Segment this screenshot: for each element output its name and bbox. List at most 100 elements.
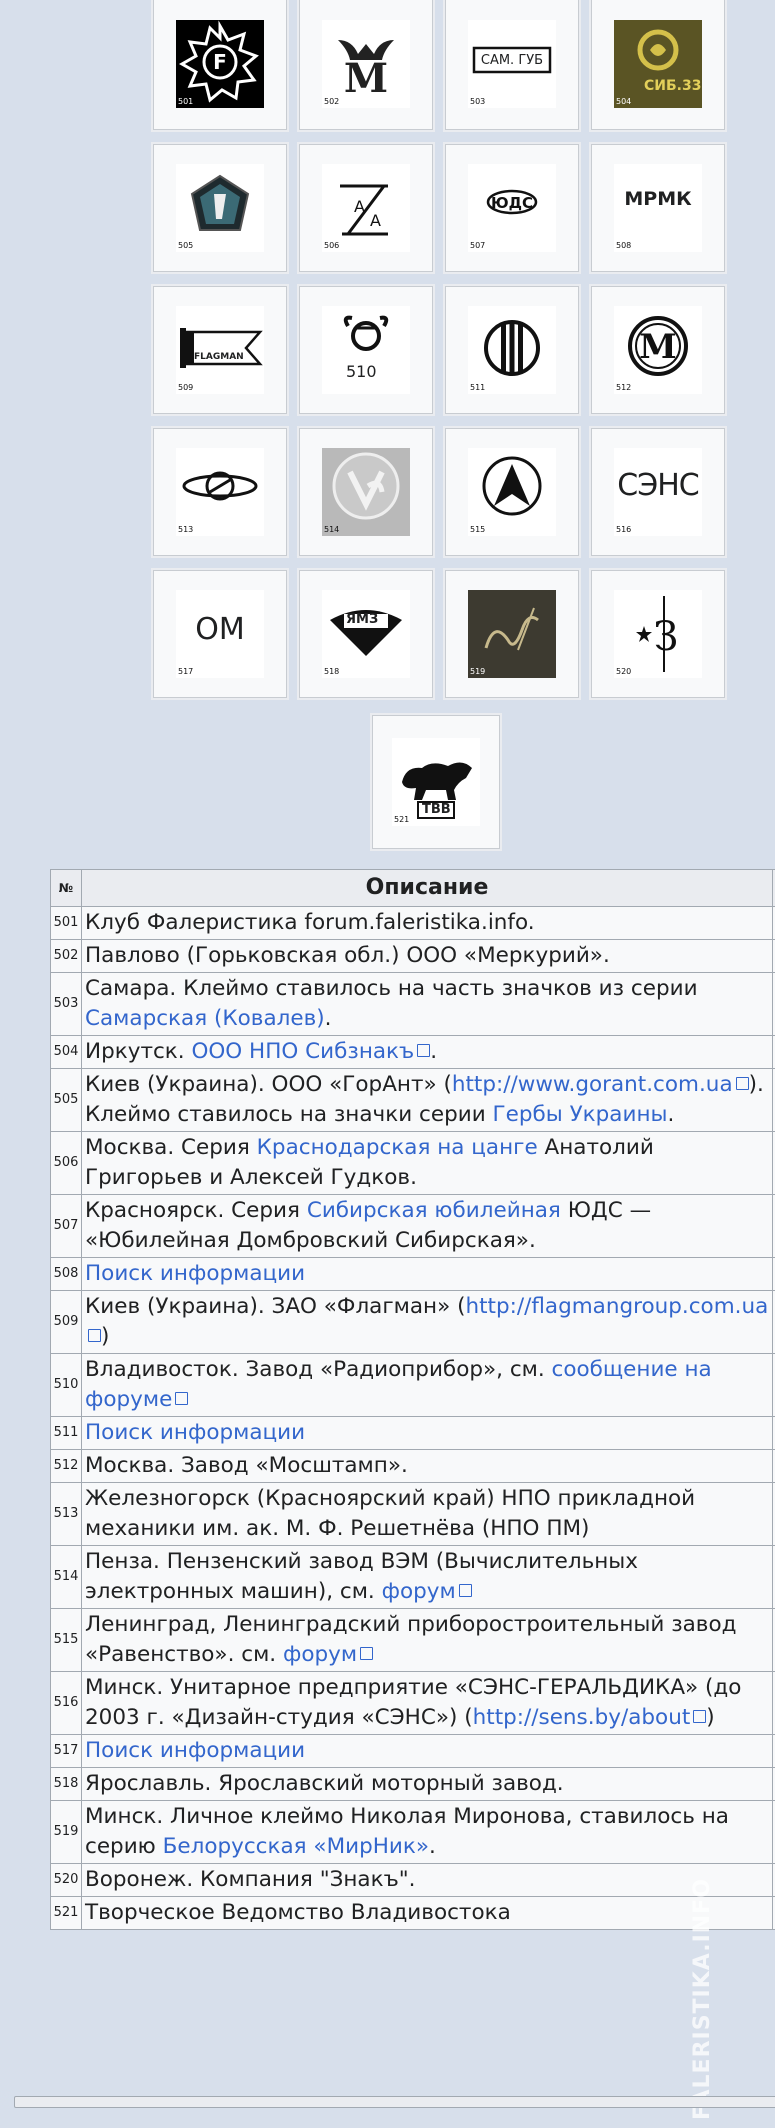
star-f-badge-icon: F — [176, 20, 264, 108]
mark-image-516[interactable]: СЭНС 516 — [614, 448, 702, 536]
external-link[interactable]: ООО НПО Сибзнакъ — [191, 1039, 430, 1064]
circle-triangle-icon — [482, 456, 542, 516]
mark-number: 521 — [394, 815, 410, 824]
table-row: 513 Железногорск (Красноярский край) НПО… — [50, 1482, 775, 1546]
mark-text: ЯМЗ — [346, 612, 379, 627]
column-header-description[interactable]: Описание — [81, 869, 773, 907]
search-info-link[interactable]: Поиск информации — [85, 1420, 305, 1445]
row-description: Москва. Серия Краснодарская на цанге Ана… — [81, 1131, 773, 1195]
gallery-tile[interactable]: M 502 — [297, 0, 435, 132]
mark-image-502[interactable]: M 502 — [322, 20, 410, 108]
search-info-link[interactable]: Поиск информации — [85, 1738, 305, 1763]
gallery-tile[interactable]: СЭНС 516 — [589, 426, 727, 558]
mark-image-520[interactable]: З 520 — [614, 590, 702, 678]
svg-text:ЮДС: ЮДС — [491, 194, 533, 212]
mark-image-501[interactable]: F 501 — [176, 20, 264, 108]
signature-mark-icon — [468, 590, 556, 678]
gallery-tile[interactable]: 510 — [297, 284, 435, 416]
gallery-tile[interactable]: СИБ.33 504 — [589, 0, 727, 132]
mark-number: 509 — [178, 383, 194, 392]
series-link[interactable]: Сибирская юбилейная — [307, 1198, 561, 1223]
series-link[interactable]: Гербы Украины — [493, 1102, 668, 1127]
gallery-tile[interactable]: F 501 — [151, 0, 289, 132]
row-description: Творческое Ведомство Владивостока — [81, 1896, 773, 1930]
gallery-tile[interactable]: ОМ 517 — [151, 568, 289, 700]
mark-number: 520 — [616, 667, 632, 676]
gallery-tile[interactable]: 519 — [443, 568, 581, 700]
svg-text:M: M — [344, 55, 388, 102]
external-link[interactable]: форум — [283, 1642, 373, 1667]
mark-image-517[interactable]: ОМ 517 — [176, 590, 264, 678]
mark-image-509[interactable]: FLAGMAN 509 — [176, 306, 264, 394]
mark-number: 517 — [178, 667, 194, 676]
mark-image-518[interactable]: ЯМЗ 518 — [322, 590, 410, 678]
external-link[interactable]: http://sens.by/about — [473, 1705, 707, 1730]
external-link[interactable]: http://www.gorant.com.ua — [452, 1072, 749, 1097]
mark-image-505[interactable]: 505 — [176, 164, 264, 252]
row-description: Киев (Украина). ООО «ГорАнт» (http://www… — [81, 1068, 773, 1132]
image-gallery: F 501 M 502 САМ. ГУБ 503 СИБ.33 504 505 … — [151, 0, 727, 700]
column-header-number[interactable]: № — [50, 869, 82, 907]
series-link[interactable]: Самарская (Ковалев) — [85, 1006, 325, 1031]
gallery-tile[interactable]: 513 — [151, 426, 289, 558]
mark-text: САМ. ГУБ — [480, 53, 544, 68]
mark-text: МРМК — [624, 188, 692, 210]
mark-image-504[interactable]: СИБ.33 504 — [614, 20, 702, 108]
mark-image-506[interactable]: А А 506 — [322, 164, 410, 252]
mark-text: СИБ.33 — [644, 78, 702, 94]
mark-image-513[interactable]: 513 — [176, 448, 264, 536]
mark-image-514[interactable]: 514 — [322, 448, 410, 536]
external-link[interactable]: форум — [382, 1579, 472, 1604]
gallery-tile[interactable]: 514 — [297, 426, 435, 558]
gallery-tile[interactable]: ЯМЗ 518 — [297, 568, 435, 700]
description-text: Ярославль. Ярославский моторный завод. — [85, 1771, 564, 1796]
mark-text: ТВВ — [422, 802, 451, 817]
gallery-tile[interactable]: З 520 — [589, 568, 727, 700]
row-number: 516 — [50, 1671, 82, 1735]
mark-image-511[interactable]: 511 — [468, 306, 556, 394]
ymz-badge-icon — [330, 610, 402, 656]
description-text: Воронеж. Компания "Знакъ". — [85, 1867, 416, 1892]
mark-number: 503 — [470, 97, 486, 106]
gallery-tile[interactable]: 511 — [443, 284, 581, 416]
mark-number: 506 — [324, 241, 340, 250]
mark-image-521[interactable]: ТВВ 521 — [392, 738, 480, 826]
uds-oval-icon: ЮДС — [486, 189, 538, 215]
mark-number: 502 — [324, 97, 340, 106]
mark-image-503[interactable]: САМ. ГУБ 503 — [468, 20, 556, 108]
row-number: 510 — [50, 1353, 82, 1417]
row-number: 518 — [50, 1767, 82, 1801]
gallery-tile[interactable]: M 512 — [589, 284, 727, 416]
mark-image-519[interactable]: 519 — [468, 590, 556, 678]
description-text: Павлово (Горьковская обл.) ООО «Меркурий… — [85, 943, 610, 968]
search-info-link[interactable]: Поиск информации — [85, 1261, 305, 1286]
gallery-tile[interactable]: 505 — [151, 142, 289, 274]
row-number: 509 — [50, 1290, 82, 1354]
row-description: Иркутск. ООО НПО Сибзнакъ. — [81, 1035, 773, 1069]
series-link[interactable]: Краснодарская на цанге — [257, 1135, 538, 1160]
gallery-tile[interactable]: 515 — [443, 426, 581, 558]
description-text: Киев (Украина). ЗАО «Флагман» ( — [85, 1294, 466, 1319]
mark-image-510[interactable]: 510 — [322, 306, 410, 394]
gallery-tile[interactable]: А А 506 — [297, 142, 435, 274]
row-description: Минск. Унитарное предприятие «СЭНС-ГЕРАЛ… — [81, 1671, 773, 1735]
description-text: ) — [101, 1324, 110, 1349]
svg-text:А: А — [370, 211, 381, 230]
svg-text:F: F — [213, 50, 227, 74]
row-description: Самара. Клеймо ставилось на часть значко… — [81, 972, 773, 1036]
gallery-tile[interactable]: FLAGMAN 509 — [151, 284, 289, 416]
gallery-tile[interactable]: ТВВ 521 — [370, 713, 502, 851]
table-row: 520 Воронеж. Компания "Знакъ". 0 — [50, 1863, 775, 1897]
mark-image-507[interactable]: ЮДС 507 — [468, 164, 556, 252]
mark-image-512[interactable]: M 512 — [614, 306, 702, 394]
gallery-tile[interactable]: МРМК 508 — [589, 142, 727, 274]
table-row: 504 Иркутск. ООО НПО Сибзнакъ. 8 — [50, 1035, 775, 1069]
gallery-tile[interactable]: ЮДС 507 — [443, 142, 581, 274]
mark-image-515[interactable]: 515 — [468, 448, 556, 536]
gallery-tile[interactable]: САМ. ГУБ 503 — [443, 0, 581, 132]
row-number: 515 — [50, 1608, 82, 1672]
mark-text: СЭНС — [617, 468, 699, 503]
horizontal-scrollbar[interactable] — [14, 2096, 775, 2108]
series-link[interactable]: Белорусская «МирНик» — [163, 1834, 429, 1859]
mark-image-508[interactable]: МРМК 508 — [614, 164, 702, 252]
